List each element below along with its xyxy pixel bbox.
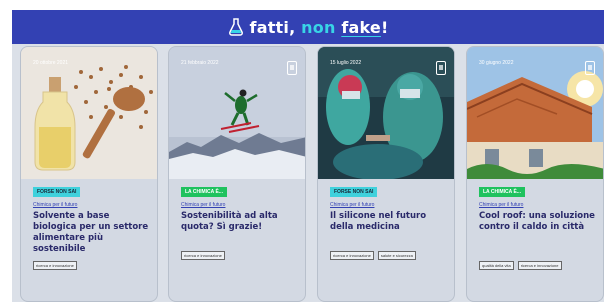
article-image: 15 luglio 2022 (318, 47, 454, 179)
mobile-icon (287, 61, 297, 75)
article-tag[interactable]: ricerca e innovazione (517, 261, 562, 270)
article-date: 30 giugno 2022 (479, 60, 514, 66)
article-tag[interactable]: ricerca e innovazione (181, 251, 225, 260)
article-image: 30 giugno 2022 (467, 47, 603, 179)
site-header: fatti, non fake! (12, 10, 604, 44)
article-date: 15 luglio 2022 (330, 60, 362, 66)
article-tags: qualità della vita ricerca e innovazione (479, 261, 562, 270)
article-category-link[interactable]: Chimica per il futuro (330, 202, 374, 208)
article-category-link[interactable]: Chimica per il futuro (181, 202, 225, 208)
article-category-link[interactable]: Chimica per il futuro (479, 202, 523, 208)
article-card[interactable]: 21 febbraio 2022 LA CHIMICA È... Chimica… (168, 46, 306, 302)
article-card[interactable]: 15 luglio 2022 FORSE NON SAI Chimica per… (317, 46, 455, 302)
articles-grid: 20 ottobre 2021 FORSE NON SAI Chimica pe… (12, 44, 604, 302)
article-title[interactable]: Cool roof: una soluzione contro il caldo… (479, 211, 599, 233)
mobile-icon (585, 61, 595, 75)
article-badge: FORSE NON SAI (33, 187, 81, 197)
article-title[interactable]: Il silicone nel futuro della medicina (330, 211, 450, 233)
article-tags: ricerca e innovazione (33, 261, 77, 270)
flask-icon (228, 18, 243, 36)
article-tag[interactable]: salute e sicurezza (377, 251, 416, 260)
article-title[interactable]: Solvente a base biologica per un settore… (33, 211, 153, 255)
mobile-icon (436, 61, 446, 75)
article-tag[interactable]: ricerca e innovazione (330, 251, 374, 260)
article-tags: ricerca e innovazione (181, 251, 225, 260)
article-tags: ricerca e innovazione salute e sicurezza (330, 251, 416, 260)
article-badge: FORSE NON SAI (330, 187, 378, 197)
article-title[interactable]: Sostenibilità ad alta quota? Sì grazie! (181, 211, 301, 233)
article-image: 20 ottobre 2021 (21, 47, 157, 179)
article-date: 20 ottobre 2021 (33, 60, 69, 66)
article-tag[interactable]: qualità della vita (479, 261, 514, 270)
article-badge: LA CHIMICA È... (181, 187, 227, 197)
article-card[interactable]: 30 giugno 2022 LA CHIMICA È... Chimica p… (466, 46, 604, 302)
article-date: 21 febbraio 2022 (181, 60, 219, 66)
article-tag[interactable]: ricerca e innovazione (33, 261, 77, 270)
article-image: 21 febbraio 2022 (169, 47, 305, 179)
article-card[interactable]: 20 ottobre 2021 FORSE NON SAI Chimica pe… (20, 46, 158, 302)
article-badge: LA CHIMICA È... (479, 187, 525, 197)
article-category-link[interactable]: Chimica per il futuro (33, 202, 77, 208)
brand-logo[interactable]: fatti, non fake! (250, 18, 389, 37)
